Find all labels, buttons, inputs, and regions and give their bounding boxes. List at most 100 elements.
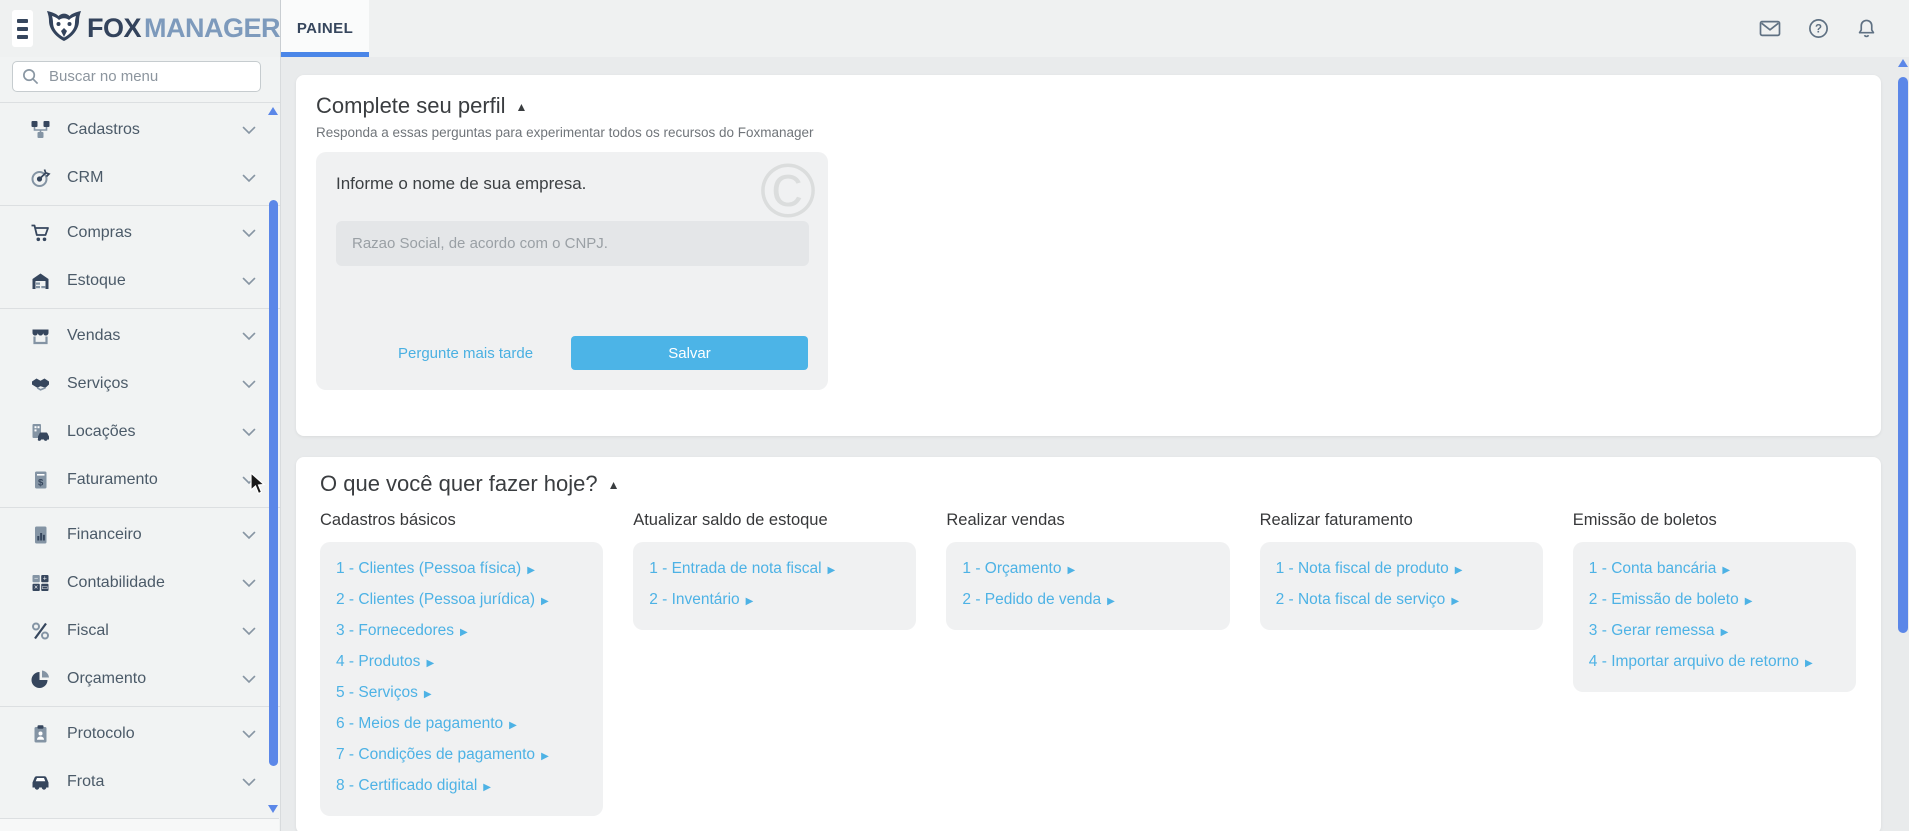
sidebar-item-crm[interactable]: CRM	[0, 154, 280, 202]
divider	[0, 205, 280, 206]
topbar-left: FOX MANAGER	[0, 0, 281, 57]
sidebar-item-financeiro[interactable]: Financeiro	[0, 511, 280, 559]
cart-icon	[30, 223, 53, 243]
action-link-4-produtos[interactable]: 4 - Produtos ▶	[336, 647, 587, 678]
sidebar-scrollbar-thumb[interactable]	[269, 200, 278, 766]
sidebar-item-vendas[interactable]: Vendas	[0, 312, 280, 360]
handshake-icon	[30, 374, 53, 394]
action-link-2-nota-fiscal-de-servico[interactable]: 2 - Nota fiscal de serviço ▶	[1276, 585, 1527, 616]
fox-head-icon	[44, 10, 84, 48]
hamburger-bar	[17, 34, 28, 39]
sidebar-item-servicos[interactable]: Serviços	[0, 360, 280, 408]
company-name-input[interactable]	[336, 221, 809, 266]
chevron-down-icon	[242, 778, 256, 787]
right-arrow-icon: ▶	[1722, 565, 1731, 576]
action-link-1-orcamento[interactable]: 1 - Orçamento ▶	[962, 554, 1213, 585]
mail-icon[interactable]	[1759, 19, 1781, 38]
action-link-label: 5 - Serviços	[336, 684, 418, 701]
ask-later-link[interactable]: Pergunte mais tarde	[398, 345, 533, 362]
chevron-down-icon	[242, 428, 256, 437]
rental-icon	[30, 422, 53, 442]
complete-profile-card: Complete seu perfil ▲ Responda a essas p…	[296, 75, 1881, 436]
main-content: Complete seu perfil ▲ Responda a essas p…	[281, 57, 1909, 831]
sidebar-item-compras[interactable]: Compras	[0, 209, 280, 257]
sidebar-item-label: Serviços	[67, 375, 129, 392]
right-arrow-icon: ▶	[1744, 596, 1753, 607]
sidebar-item-cadastros[interactable]: Cadastros	[0, 106, 280, 154]
today-columns: Cadastros básicos 1 - Clientes (Pessoa fí…	[320, 511, 1856, 816]
action-link-3-fornecedores[interactable]: 3 - Fornecedores ▶	[336, 616, 587, 647]
sidebar-item-fiscal[interactable]: Fiscal	[0, 607, 280, 655]
svg-text:▭: ▭	[41, 584, 48, 591]
sidebar-item-faturamento[interactable]: $ Faturamento	[0, 456, 280, 504]
right-arrow-icon: ▶	[745, 596, 754, 607]
chevron-down-icon	[242, 627, 256, 636]
company-question-label: Informe o nome de sua empresa.	[336, 174, 587, 193]
collapse-arrow-icon[interactable]: ▲	[608, 476, 620, 492]
chevron-down-icon	[242, 126, 256, 135]
action-link-label: 2 - Inventário	[649, 591, 740, 608]
sidebar-item-orcamento[interactable]: Orçamento	[0, 655, 280, 703]
sidebar-scrollbar	[268, 57, 278, 831]
action-link-2-pedido-de-venda[interactable]: 2 - Pedido de venda ▶	[962, 585, 1213, 616]
sidebar-item-frota[interactable]: Frota	[0, 758, 280, 806]
action-link-1-conta-bancaria[interactable]: 1 - Conta bancária ▶	[1589, 554, 1840, 585]
menu-toggle-button[interactable]	[12, 10, 33, 47]
pie-chart-icon	[30, 669, 53, 689]
action-link-2-clientes-pessoa-juridica-[interactable]: 2 - Clientes (Pessoa jurídica) ▶	[336, 585, 587, 616]
action-link-6-meios-de-pagamento[interactable]: 6 - Meios de pagamento ▶	[336, 709, 587, 740]
app-logo: FOX MANAGER	[44, 10, 281, 48]
collapse-arrow-icon[interactable]: ▲	[516, 98, 528, 114]
sidebar-item-contabilidade[interactable]: − + × ▭ Contabilidade	[0, 559, 280, 607]
menu-search-box	[12, 61, 261, 92]
action-link-4-importar-arquivo-de-retorno[interactable]: 4 - Importar arquivo de retorno ▶	[1589, 647, 1840, 678]
foxmanager-app: FOXMANAGER PAINEL ? Cadastros CRM Compras E…	[0, 0, 1909, 831]
column-panel: 1 - Nota fiscal de produto ▶ 2 - Nota fisc…	[1259, 542, 1543, 630]
divider	[0, 706, 280, 707]
chevron-down-icon	[242, 730, 256, 739]
action-link-label: 2 - Emissão de boleto	[1588, 591, 1739, 608]
sidebar-item-label: CRM	[67, 169, 104, 186]
chevron-down-icon	[242, 380, 256, 389]
action-link-1-entrada-de-nota-fiscal[interactable]: 1 - Entrada de nota fiscal ▶	[649, 554, 900, 585]
action-link-5-servicos[interactable]: 5 - Serviços ▶	[336, 678, 587, 709]
action-link-label: 3 - Fornecedores	[336, 622, 455, 639]
menu-search-input[interactable]	[47, 67, 251, 86]
topbar-icons: ?	[1759, 0, 1909, 57]
save-button[interactable]: Salvar	[571, 336, 808, 370]
sidebar-item-protocolo[interactable]: Protocolo	[0, 710, 280, 758]
action-link-1-nota-fiscal-de-produto[interactable]: 1 - Nota fiscal de produto ▶	[1276, 554, 1527, 585]
column-header: Emissão de boletos	[1572, 511, 1717, 529]
tab-painel[interactable]: PAINEL	[281, 0, 369, 57]
action-link-8-certificado-digital[interactable]: 8 - Certificado digital ▶	[336, 771, 587, 802]
right-arrow-icon: ▶	[426, 658, 435, 669]
right-arrow-icon: ▶	[1720, 627, 1729, 638]
right-arrow-icon: ▶	[1107, 596, 1115, 607]
action-link-1-clientes-pessoa-fisica-[interactable]: 1 - Clientes (Pessoa física) ▶	[336, 554, 587, 585]
sidebar-item-locacoes[interactable]: Locações	[0, 408, 280, 456]
action-link-2-emissao-de-boleto[interactable]: 2 - Emissão de boleto ▶	[1589, 585, 1840, 616]
chevron-down-icon	[242, 174, 256, 183]
sidebar-footer	[0, 818, 279, 831]
page-scrollbar-thumb[interactable]	[1898, 77, 1908, 633]
scroll-up-arrow-icon[interactable]	[268, 107, 278, 115]
action-link-label: 1 - Entrada de nota fiscal	[649, 560, 822, 577]
right-arrow-icon: ▶	[509, 720, 517, 731]
help-icon[interactable]: ?	[1808, 18, 1829, 39]
action-link-label: 1 - Conta bancária	[1588, 560, 1717, 577]
action-link-7-condicoes-de-pagamento[interactable]: 7 - Condições de pagamento ▶	[336, 740, 587, 771]
column-panel: 1 - Entrada de nota fiscal ▶ 2 - Inventári…	[633, 542, 917, 630]
chevron-down-icon	[242, 229, 256, 238]
right-arrow-icon: ▶	[1805, 658, 1813, 669]
right-arrow-icon: ▶	[527, 565, 535, 576]
scroll-up-arrow-icon[interactable]	[1898, 59, 1908, 67]
sidebar-item-estoque[interactable]: Estoque	[0, 257, 280, 305]
search-icon	[22, 68, 39, 85]
invoice-icon: $	[30, 470, 53, 490]
bell-icon[interactable]	[1856, 18, 1877, 39]
action-link-2-inventario[interactable]: 2 - Inventário ▶	[649, 585, 900, 616]
action-link-3-gerar-remessa[interactable]: 3 - Gerar remessa ▶	[1589, 616, 1840, 647]
scroll-down-arrow-icon[interactable]	[268, 805, 278, 813]
sitemap-icon	[30, 120, 53, 140]
column-header: Cadastros básicos	[320, 511, 456, 529]
